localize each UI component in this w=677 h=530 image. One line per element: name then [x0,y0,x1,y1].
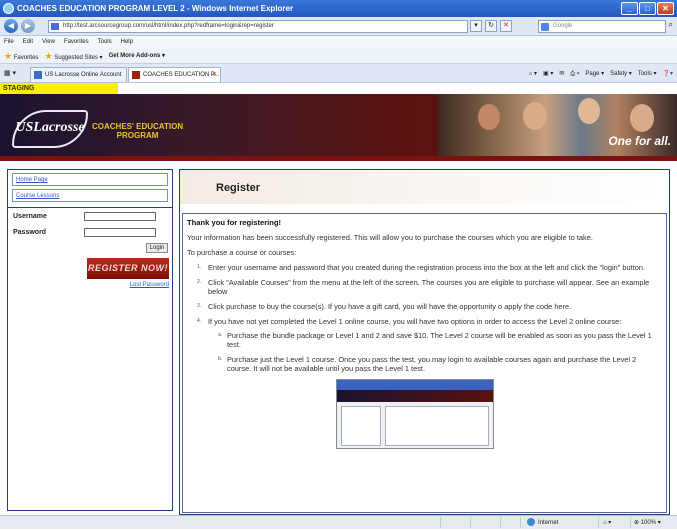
get-addons-link[interactable]: Get More Add-ons ▾ [109,49,165,63]
google-icon [541,23,549,31]
mail-icon[interactable]: ✉ [559,68,564,80]
favorites-bar: ★ Favorites ★ Suggested Sites ▾ Get More… [0,49,677,64]
home-icon[interactable]: ⌂ ▾ [529,68,537,80]
list-item: 1. Enter your username and password that … [197,263,646,272]
intro-text: Your information has been successfully r… [187,233,593,242]
steps-list: 1. Enter your username and password that … [197,263,662,373]
address-toolbar: ◀ ▶ http://test.arcsourcegroup.com/usl/h… [0,17,677,36]
login-button[interactable]: Login [146,243,168,253]
example-screenshot [335,379,494,449]
maximize-button[interactable]: □ [639,2,656,15]
thanks-heading: Thank you for registering! [187,218,282,227]
help-icon[interactable]: ❓▾ [663,68,673,80]
globe-icon [527,518,535,527]
login-form: Username Password Login REGISTER NOW! Lo… [8,207,172,290]
menu-tools[interactable]: Tools [98,36,112,49]
site-favicon-icon [51,23,59,30]
page-viewport: STAGING USLacrosse COACHES' EDUCATION PR… [0,83,677,515]
list-item: 4. If you have not yet completed the Leve… [197,317,662,373]
register-header: Register [180,170,669,204]
purchase-intro: To purchase a course or courses: [187,248,297,257]
tab-coaches-education[interactable]: COACHES EDUCATION P... ✕ [128,67,221,82]
list-item: 3. Click purchase to buy the course(s). I… [197,302,572,311]
tab-bar: ▦ ▾ US Lacrosse Online Account -... COAC… [0,64,677,92]
forward-button[interactable]: ▶ [21,19,35,33]
register-content: Thank you for registering! Your informat… [182,213,667,513]
program-title: COACHES' EDUCATION PROGRAM [92,122,184,140]
security-zone: Internet [520,517,595,528]
list-item: 2. Click "Available Courses" from the men… [197,278,650,296]
list-item: b. Purchase just the Level 1 course. Once… [218,355,637,373]
window-title: COACHES EDUCATION PROGRAM LEVEL 2 - Wind… [17,4,294,13]
stop-icon[interactable]: ✕ [500,20,512,32]
zoom-icon: ⊕ [634,520,640,526]
protected-mode-icon[interactable]: ⌂ ▾ [598,517,628,528]
back-button[interactable]: ◀ [4,19,18,33]
password-label: Password [13,229,47,236]
substeps-list: a. Purchase the bundle package or Level 1… [218,331,662,373]
safety-menu[interactable]: Safety ▾ [610,68,632,80]
favorites-button[interactable]: ★ Favorites [4,49,38,63]
page-title: Register [216,182,261,194]
register-now-button[interactable]: REGISTER NOW! [87,258,169,279]
search-icon[interactable]: ⌕ [669,20,673,30]
menu-file[interactable]: File [4,36,14,49]
lost-password-link[interactable]: Lost Password [130,282,169,288]
status-bar: Internet ⌂ ▾ ⊕ 100% ▾ [0,515,677,529]
menu-bar: File Edit View Favorites Tools Help [0,36,677,49]
menu-edit[interactable]: Edit [23,36,33,49]
sidebar-item-home[interactable]: Home Page [12,173,168,186]
main-panel: Register Thank you for registering! Your… [179,169,670,515]
sidebar: Home Page Course Lessons Username Passwo… [7,169,173,511]
list-item: a. Purchase the bundle package or Level 1… [218,331,652,349]
tab-uslacrosse[interactable]: US Lacrosse Online Account -... [30,67,127,92]
tagline: One for all. [608,134,671,148]
url-input[interactable]: http://test.arcsourcegroup.com/usl/html/… [48,20,468,33]
uslacrosse-logo: USLacrosse [12,110,88,148]
ie-logo-icon [3,3,14,14]
window-title-bar: COACHES EDUCATION PROGRAM LEVEL 2 - Wind… [0,0,677,17]
compat-view-icon[interactable]: ▾ [470,20,482,32]
page-menu[interactable]: Page ▾ [585,68,604,80]
minimize-button[interactable]: _ [621,2,638,15]
close-button[interactable]: ✕ [657,2,674,15]
add-favorite-icon: ★ [44,51,53,61]
suggested-sites-link[interactable]: ★ Suggested Sites ▾ [44,49,102,63]
zoom-control[interactable]: ⊕ 100% ▾ [630,517,675,528]
tab-close-icon[interactable]: ✕ [212,68,217,82]
quick-tabs-icon[interactable]: ▦ ▾ [4,69,16,77]
star-icon: ★ [4,51,13,61]
tab-favicon-icon [132,71,140,79]
refresh-icon[interactable]: ↻ [485,20,497,32]
feeds-icon[interactable]: ▣ ▾ [543,68,553,80]
sidebar-item-course-lessons[interactable]: Course Lessons [12,189,168,202]
username-field[interactable] [84,212,156,221]
print-icon[interactable]: ⎙ ▾ [570,68,579,80]
menu-view[interactable]: View [42,36,55,49]
tools-menu[interactable]: Tools ▾ [638,68,657,80]
tab-favicon-icon [34,71,42,79]
search-input[interactable]: Google [538,20,666,33]
staging-label: STAGING [0,83,118,94]
username-label: Username [13,213,47,220]
password-field[interactable] [84,228,156,237]
players-photo: One for all. [438,94,677,156]
menu-help[interactable]: Help [121,36,133,49]
menu-favorites[interactable]: Favorites [64,36,89,49]
site-banner: USLacrosse COACHES' EDUCATION PROGRAM On… [0,94,677,161]
